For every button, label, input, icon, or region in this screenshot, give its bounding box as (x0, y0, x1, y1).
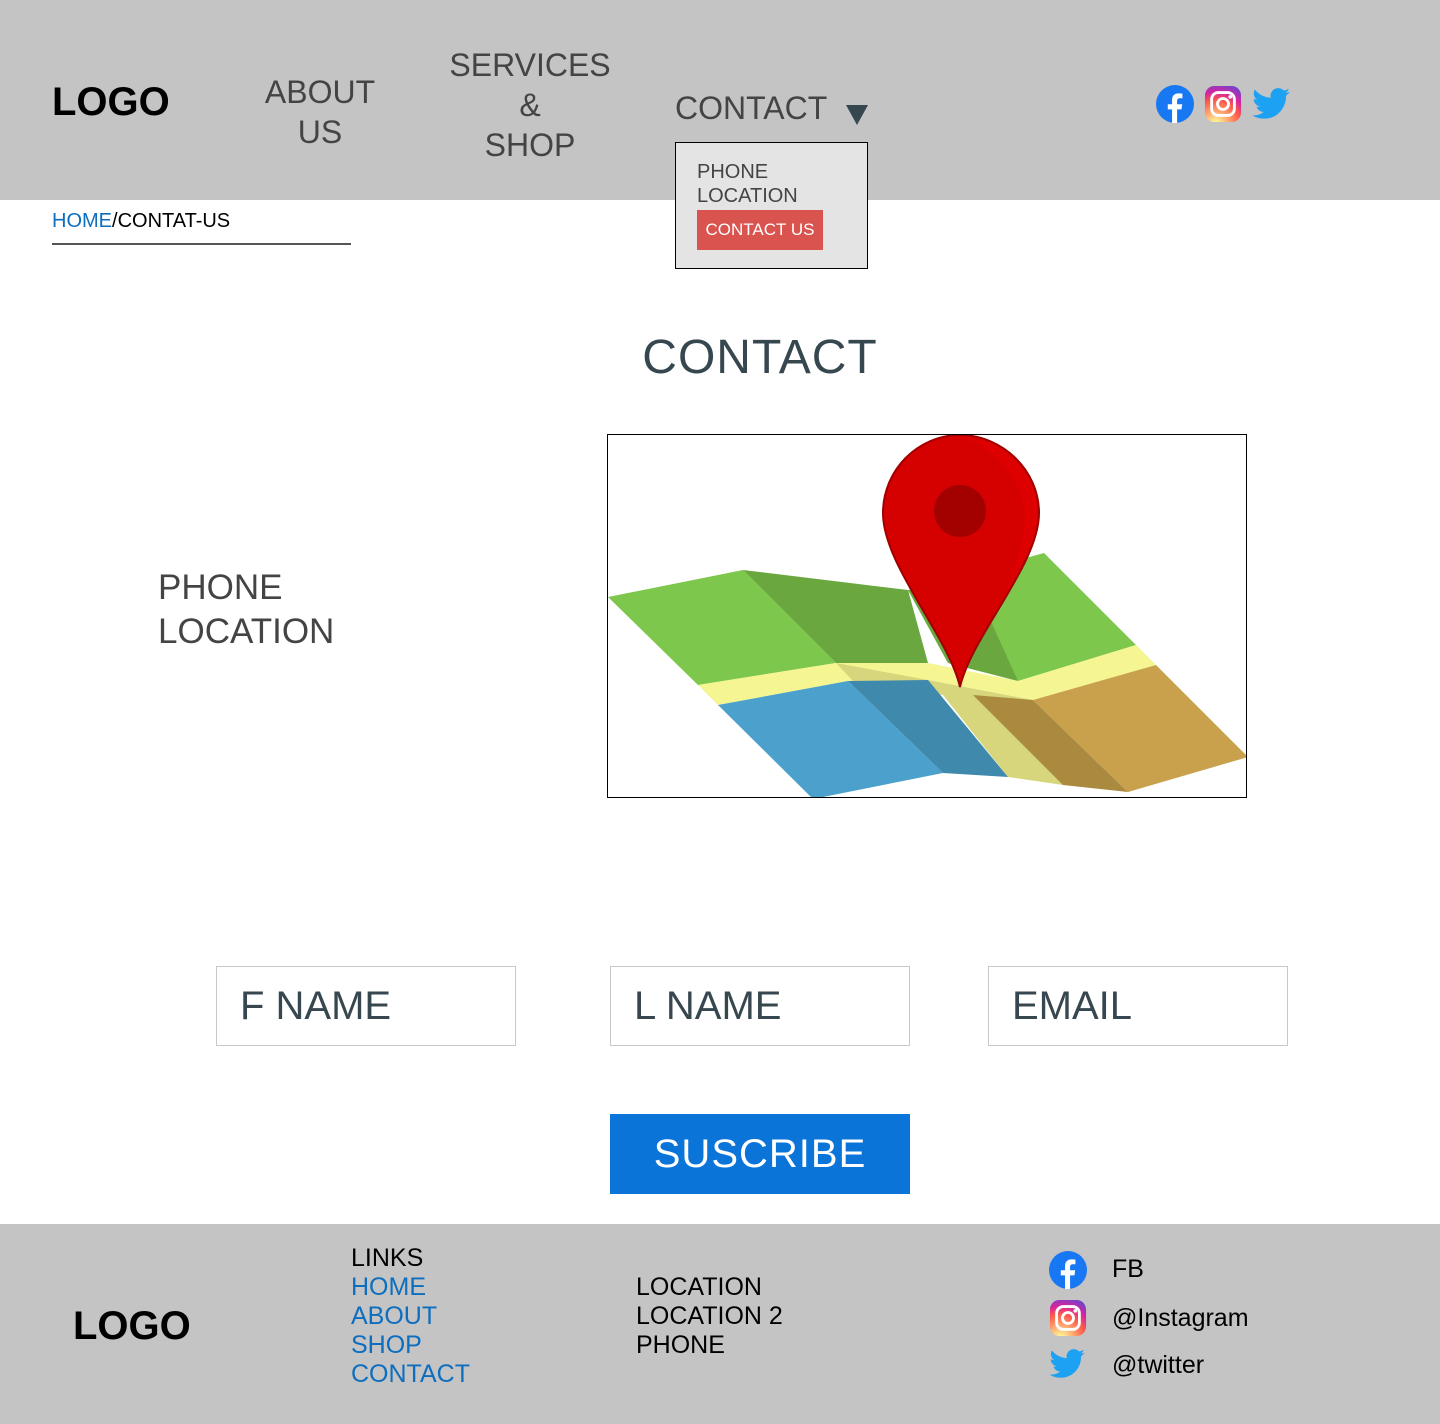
contact-info-location: LOCATION (158, 612, 335, 651)
nav-contact[interactable]: CONTACT (675, 88, 827, 128)
footer-links-header: LINKS (351, 1244, 424, 1272)
page-title: CONTACT (642, 331, 878, 384)
last-name-field[interactable] (610, 966, 910, 1046)
first-name-field[interactable] (216, 966, 516, 1046)
caret-down-icon[interactable] (846, 105, 868, 125)
contact-info: PHONE LOCATION (158, 566, 334, 654)
map-pin-illustration (608, 435, 1246, 797)
breadcrumb-home-link[interactable]: HOME (52, 210, 112, 232)
dropdown-item-phone[interactable]: PHONE (697, 160, 768, 184)
footer-facebook-label[interactable]: FB (1112, 1255, 1144, 1284)
nav-services-line1: SERVICES (449, 47, 611, 83)
email-field[interactable] (988, 966, 1288, 1046)
facebook-icon[interactable] (1156, 85, 1194, 123)
contact-info-phone: PHONE (158, 568, 283, 607)
footer-instagram-label[interactable]: @Instagram (1112, 1304, 1249, 1333)
subscribe-button[interactable]: SUSCRIBE (610, 1114, 910, 1194)
nav-services-shop[interactable]: SERVICES & SHOP (440, 45, 620, 165)
footer-link-shop[interactable]: SHOP (351, 1331, 470, 1360)
instagram-icon[interactable] (1204, 85, 1242, 123)
twitter-icon[interactable] (1252, 88, 1290, 120)
map-illustration (607, 434, 1247, 798)
nav-about-us[interactable]: ABOUT US (260, 72, 380, 152)
instagram-icon[interactable] (1049, 1299, 1087, 1337)
nav-about-line1: ABOUT (264, 74, 376, 110)
footer-link-home[interactable]: HOME (351, 1273, 470, 1302)
nav-about-line2: US (297, 114, 343, 150)
nav-services-line2: & (519, 87, 541, 123)
footer-logo[interactable]: LOGO (73, 1304, 191, 1349)
footer-phone: PHONE (636, 1331, 725, 1359)
breadcrumb-current: CONTAT-US (117, 210, 231, 232)
footer-link-about[interactable]: ABOUT (351, 1302, 470, 1331)
footer-link-contact[interactable]: CONTACT (351, 1360, 470, 1389)
footer-location-2: LOCATION 2 (636, 1302, 783, 1330)
footer-locations: LOCATION LOCATION 2 PHONE (636, 1273, 783, 1360)
site-footer: LOGO LINKS HOME ABOUT SHOP CONTACT LOCAT… (0, 1224, 1440, 1424)
breadcrumb-divider (52, 243, 351, 245)
footer-location-1: LOCATION (636, 1273, 762, 1301)
footer-links: LINKS HOME ABOUT SHOP CONTACT (351, 1244, 470, 1389)
nav-services-line3: SHOP (484, 127, 576, 163)
facebook-icon[interactable] (1049, 1251, 1087, 1289)
contact-us-button[interactable]: CONTACT US (697, 210, 823, 250)
twitter-icon[interactable] (1049, 1349, 1085, 1379)
breadcrumb: HOME/CONTAT-US (52, 210, 230, 233)
footer-twitter-label[interactable]: @twitter (1112, 1351, 1204, 1380)
dropdown-item-location[interactable]: LOCATION (697, 184, 798, 208)
contact-dropdown-menu: PHONE LOCATION CONTACT US (675, 142, 868, 269)
header-logo[interactable]: LOGO (52, 80, 170, 125)
